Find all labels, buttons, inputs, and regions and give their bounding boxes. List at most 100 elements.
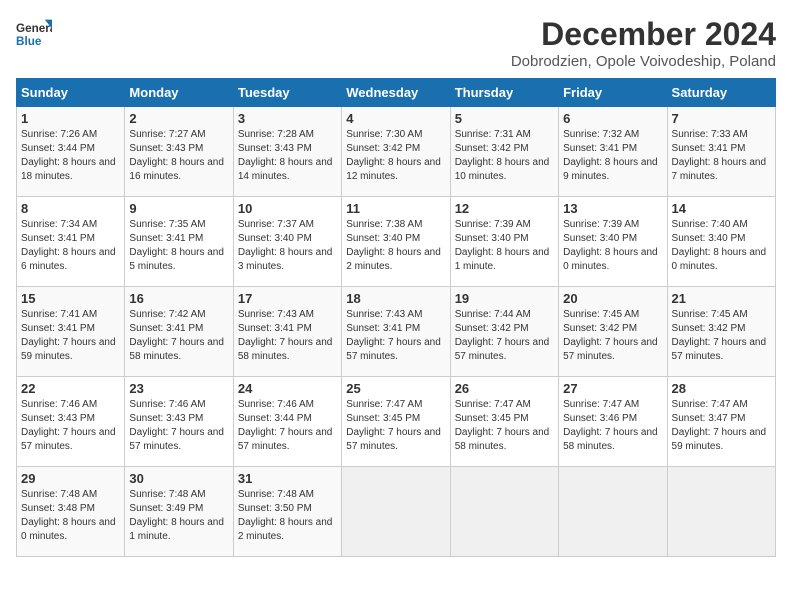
sunset-label: Sunset: 3:42 PM	[346, 143, 420, 154]
calendar-cell: 2 Sunrise: 7:27 AM Sunset: 3:43 PM Dayli…	[125, 107, 233, 197]
daylight-label: Daylight: 8 hours and 12 minutes.	[346, 157, 441, 182]
calendar-cell: 10 Sunrise: 7:37 AM Sunset: 3:40 PM Dayl…	[233, 197, 341, 287]
calendar-cell: 3 Sunrise: 7:28 AM Sunset: 3:43 PM Dayli…	[233, 107, 341, 197]
sunset-label: Sunset: 3:41 PM	[238, 323, 312, 334]
day-number: 13	[563, 201, 662, 216]
sunrise-label: Sunrise: 7:46 AM	[129, 399, 205, 410]
calendar-cell: 5 Sunrise: 7:31 AM Sunset: 3:42 PM Dayli…	[450, 107, 558, 197]
daylight-label: Daylight: 7 hours and 58 minutes.	[238, 337, 333, 362]
calendar-cell: 20 Sunrise: 7:45 AM Sunset: 3:42 PM Dayl…	[559, 287, 667, 377]
day-info: Sunrise: 7:46 AM Sunset: 3:43 PM Dayligh…	[21, 398, 120, 454]
calendar-cell: 8 Sunrise: 7:34 AM Sunset: 3:41 PM Dayli…	[17, 197, 125, 287]
daylight-label: Daylight: 7 hours and 59 minutes.	[672, 427, 767, 452]
day-info: Sunrise: 7:28 AM Sunset: 3:43 PM Dayligh…	[238, 128, 337, 184]
day-number: 30	[129, 471, 228, 486]
svg-text:General: General	[16, 22, 52, 35]
day-number: 21	[672, 291, 771, 306]
sunrise-label: Sunrise: 7:26 AM	[21, 129, 97, 140]
calendar-cell	[559, 467, 667, 557]
sunset-label: Sunset: 3:41 PM	[129, 323, 203, 334]
col-header-wednesday: Wednesday	[342, 79, 450, 107]
sunrise-label: Sunrise: 7:39 AM	[563, 219, 639, 230]
calendar-cell: 18 Sunrise: 7:43 AM Sunset: 3:41 PM Dayl…	[342, 287, 450, 377]
day-info: Sunrise: 7:45 AM Sunset: 3:42 PM Dayligh…	[563, 308, 662, 364]
col-header-monday: Monday	[125, 79, 233, 107]
daylight-label: Daylight: 8 hours and 0 minutes.	[672, 247, 767, 272]
sunset-label: Sunset: 3:48 PM	[21, 503, 95, 514]
day-number: 27	[563, 381, 662, 396]
col-header-friday: Friday	[559, 79, 667, 107]
calendar-cell: 30 Sunrise: 7:48 AM Sunset: 3:49 PM Dayl…	[125, 467, 233, 557]
daylight-label: Daylight: 7 hours and 57 minutes.	[346, 427, 441, 452]
col-header-saturday: Saturday	[667, 79, 775, 107]
week-row: 22 Sunrise: 7:46 AM Sunset: 3:43 PM Dayl…	[17, 377, 776, 467]
daylight-label: Daylight: 7 hours and 57 minutes.	[129, 427, 224, 452]
day-info: Sunrise: 7:38 AM Sunset: 3:40 PM Dayligh…	[346, 218, 445, 274]
sunrise-label: Sunrise: 7:31 AM	[455, 129, 531, 140]
sunrise-label: Sunrise: 7:47 AM	[563, 399, 639, 410]
day-info: Sunrise: 7:31 AM Sunset: 3:42 PM Dayligh…	[455, 128, 554, 184]
sunset-label: Sunset: 3:47 PM	[672, 413, 746, 424]
day-number: 29	[21, 471, 120, 486]
sunrise-label: Sunrise: 7:32 AM	[563, 129, 639, 140]
day-number: 28	[672, 381, 771, 396]
calendar-cell: 13 Sunrise: 7:39 AM Sunset: 3:40 PM Dayl…	[559, 197, 667, 287]
sunset-label: Sunset: 3:42 PM	[455, 323, 529, 334]
daylight-label: Daylight: 8 hours and 2 minutes.	[346, 247, 441, 272]
sunset-label: Sunset: 3:41 PM	[129, 233, 203, 244]
sunset-label: Sunset: 3:50 PM	[238, 503, 312, 514]
day-number: 5	[455, 111, 554, 126]
day-number: 7	[672, 111, 771, 126]
day-number: 20	[563, 291, 662, 306]
sunset-label: Sunset: 3:42 PM	[455, 143, 529, 154]
daylight-label: Daylight: 7 hours and 58 minutes.	[455, 427, 550, 452]
calendar-cell: 28 Sunrise: 7:47 AM Sunset: 3:47 PM Dayl…	[667, 377, 775, 467]
page-header: General Blue December 2024 Dobrodzien, O…	[16, 16, 776, 70]
day-number: 23	[129, 381, 228, 396]
sunrise-label: Sunrise: 7:34 AM	[21, 219, 97, 230]
day-number: 19	[455, 291, 554, 306]
daylight-label: Daylight: 7 hours and 57 minutes.	[455, 337, 550, 362]
calendar-cell	[667, 467, 775, 557]
sunrise-label: Sunrise: 7:45 AM	[563, 309, 639, 320]
daylight-label: Daylight: 7 hours and 58 minutes.	[129, 337, 224, 362]
day-info: Sunrise: 7:43 AM Sunset: 3:41 PM Dayligh…	[346, 308, 445, 364]
sunset-label: Sunset: 3:43 PM	[238, 143, 312, 154]
daylight-label: Daylight: 7 hours and 57 minutes.	[563, 337, 658, 362]
calendar-cell: 24 Sunrise: 7:46 AM Sunset: 3:44 PM Dayl…	[233, 377, 341, 467]
col-header-thursday: Thursday	[450, 79, 558, 107]
calendar-cell: 1 Sunrise: 7:26 AM Sunset: 3:44 PM Dayli…	[17, 107, 125, 197]
daylight-label: Daylight: 8 hours and 7 minutes.	[672, 157, 767, 182]
calendar-cell: 19 Sunrise: 7:44 AM Sunset: 3:42 PM Dayl…	[450, 287, 558, 377]
calendar-cell: 23 Sunrise: 7:46 AM Sunset: 3:43 PM Dayl…	[125, 377, 233, 467]
sunrise-label: Sunrise: 7:35 AM	[129, 219, 205, 230]
sunset-label: Sunset: 3:40 PM	[563, 233, 637, 244]
day-number: 15	[21, 291, 120, 306]
day-number: 18	[346, 291, 445, 306]
day-number: 16	[129, 291, 228, 306]
sunrise-label: Sunrise: 7:48 AM	[238, 489, 314, 500]
daylight-label: Daylight: 8 hours and 0 minutes.	[563, 247, 658, 272]
day-number: 9	[129, 201, 228, 216]
calendar-cell: 16 Sunrise: 7:42 AM Sunset: 3:41 PM Dayl…	[125, 287, 233, 377]
sunrise-label: Sunrise: 7:40 AM	[672, 219, 748, 230]
sunrise-label: Sunrise: 7:39 AM	[455, 219, 531, 230]
daylight-label: Daylight: 7 hours and 57 minutes.	[346, 337, 441, 362]
daylight-label: Daylight: 8 hours and 6 minutes.	[21, 247, 116, 272]
day-number: 11	[346, 201, 445, 216]
daylight-label: Daylight: 7 hours and 58 minutes.	[563, 427, 658, 452]
day-info: Sunrise: 7:39 AM Sunset: 3:40 PM Dayligh…	[563, 218, 662, 274]
calendar-cell: 25 Sunrise: 7:47 AM Sunset: 3:45 PM Dayl…	[342, 377, 450, 467]
day-number: 24	[238, 381, 337, 396]
day-info: Sunrise: 7:35 AM Sunset: 3:41 PM Dayligh…	[129, 218, 228, 274]
day-number: 22	[21, 381, 120, 396]
daylight-label: Daylight: 8 hours and 10 minutes.	[455, 157, 550, 182]
sunset-label: Sunset: 3:41 PM	[21, 323, 95, 334]
daylight-label: Daylight: 8 hours and 14 minutes.	[238, 157, 333, 182]
calendar-cell: 15 Sunrise: 7:41 AM Sunset: 3:41 PM Dayl…	[17, 287, 125, 377]
day-info: Sunrise: 7:48 AM Sunset: 3:48 PM Dayligh…	[21, 488, 120, 544]
day-info: Sunrise: 7:37 AM Sunset: 3:40 PM Dayligh…	[238, 218, 337, 274]
day-number: 8	[21, 201, 120, 216]
calendar-cell: 9 Sunrise: 7:35 AM Sunset: 3:41 PM Dayli…	[125, 197, 233, 287]
calendar-table: SundayMondayTuesdayWednesdayThursdayFrid…	[16, 78, 776, 557]
